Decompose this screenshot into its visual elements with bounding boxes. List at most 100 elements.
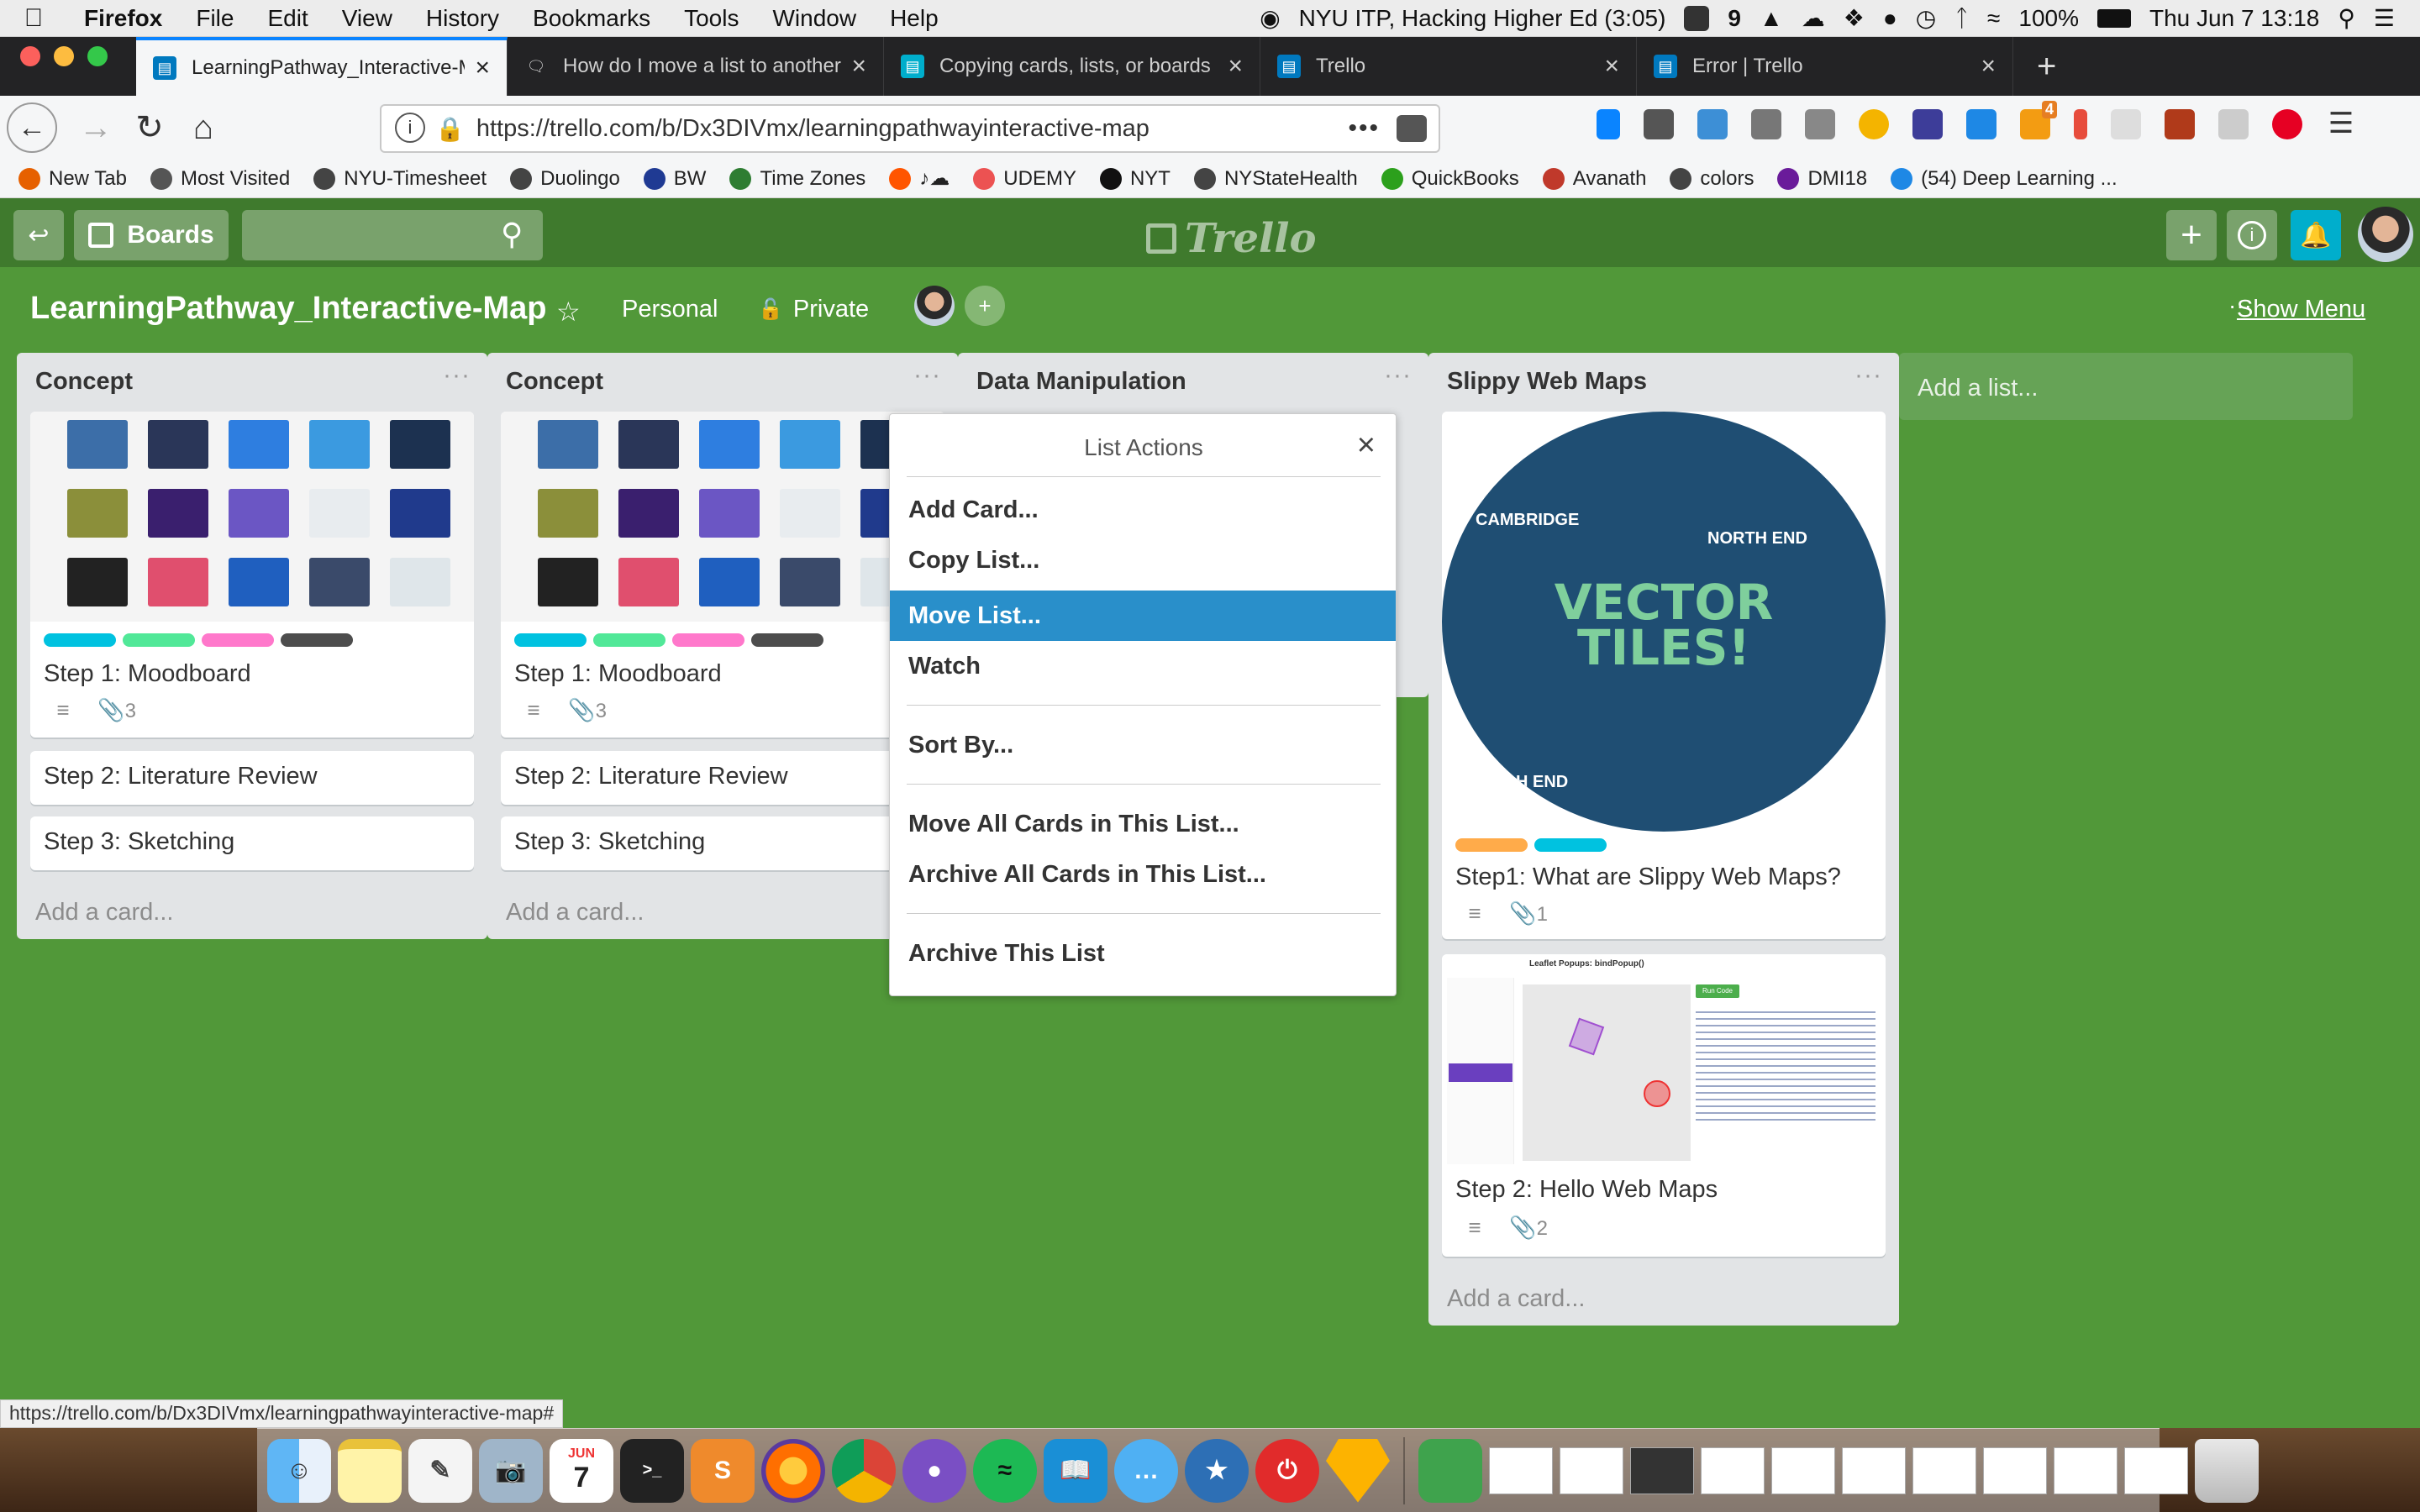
library-icon[interactable] [1644, 109, 1674, 139]
tab-help-move-list[interactable]: 🗨 How do I move a list to another × [508, 37, 884, 96]
notification-center-icon[interactable]: ☰ [2374, 4, 2395, 32]
show-menu-link[interactable]: Show Menu [2237, 296, 2365, 323]
grid-ext-icon[interactable] [2111, 109, 2141, 139]
terminal-icon[interactable]: >_ [620, 1438, 684, 1503]
list-title[interactable]: Slippy Web Maps [1447, 368, 1647, 396]
new-tab-button[interactable]: + [2013, 37, 2080, 96]
add-card-button[interactable]: Add a card... [1447, 1285, 1585, 1313]
pinterest-icon[interactable] [2272, 109, 2302, 139]
menubar-clock[interactable]: Thu Jun 7 13:18 [2149, 5, 2319, 32]
archive-all-cards-action[interactable]: Archive All Cards in This List... [890, 849, 1396, 900]
tab-error-trello[interactable]: ▤ Error | Trello × [1637, 37, 2013, 96]
add-card-button[interactable]: Add a card... [35, 899, 173, 927]
battery-icon[interactable] [2097, 8, 2131, 28]
card-moodboard[interactable]: Step 1: Moodboard ≡ 📎 3 [501, 412, 944, 738]
bookmark-nyt[interactable]: NYT [1099, 167, 1171, 191]
team-button[interactable]: Personal [622, 296, 718, 323]
watch-action[interactable]: Watch [890, 641, 1396, 691]
list-menu-icon[interactable]: ··· [1384, 361, 1412, 390]
close-tab-icon[interactable]: × [1981, 52, 1996, 81]
cyberduck-icon[interactable]: ★ [1185, 1438, 1249, 1503]
bookmark-deep-learning[interactable]: (54) Deep Learning ... [1891, 167, 2118, 191]
add-card-button[interactable]: Add a card... [506, 899, 644, 927]
preview-icon[interactable]: 📷 [479, 1438, 543, 1503]
minimized-window-thumbnail[interactable] [1701, 1446, 1765, 1494]
card-moodboard[interactable]: Step 1: Moodboard ≡ 📎 3 [30, 412, 474, 738]
list-menu-icon[interactable]: ··· [443, 361, 471, 390]
eyedropper-icon[interactable] [1912, 109, 1943, 139]
minimized-window-thumbnail[interactable] [1842, 1446, 1906, 1494]
board-title[interactable]: LearningPathway_Interactive-Map [30, 291, 547, 327]
tab-copying-cards[interactable]: ▤ Copying cards, lists, or boards × [884, 37, 1260, 96]
menu-file[interactable]: File [179, 5, 250, 32]
calendar-icon[interactable]: JUN 7 [550, 1438, 613, 1503]
bookmark-udemy[interactable]: UDEMY [973, 167, 1076, 191]
minimized-window-thumbnail[interactable] [1983, 1446, 2047, 1494]
card-sketching[interactable]: Step 3: Sketching [30, 816, 474, 870]
cloud-upload-icon[interactable]: ☁ [1802, 4, 1825, 32]
create-button[interactable]: + [2166, 210, 2217, 260]
forward-button[interactable]: → [69, 101, 123, 155]
url-text[interactable]: https://trello.com/b/Dx3DIVmx/learningpa… [476, 115, 1150, 143]
tray-badge-count[interactable]: 9 [1728, 5, 1741, 32]
bookmark-nyu-timesheet[interactable]: NYU-Timesheet [313, 167, 487, 191]
bookmark-bw[interactable]: BW [643, 167, 706, 191]
sidebar-icon[interactable] [1751, 109, 1781, 139]
menu-history[interactable]: History [409, 5, 516, 32]
menu-help[interactable]: Help [873, 5, 955, 32]
page-actions-menu-icon[interactable]: ••• [1348, 114, 1380, 143]
list-menu-icon[interactable]: ··· [913, 361, 941, 390]
minimized-window-thumbnail[interactable] [1912, 1446, 1976, 1494]
close-tab-icon[interactable]: × [1228, 52, 1243, 81]
spotify-icon[interactable]: ≈ [973, 1438, 1037, 1503]
tab-trello-board[interactable]: ▤ LearningPathway_Interactive-M × [136, 37, 508, 96]
archive-list-action[interactable]: Archive This List [890, 928, 1396, 979]
site-info-icon[interactable]: i [395, 113, 425, 143]
menu-bookmarks[interactable]: Bookmarks [516, 5, 667, 32]
font-ext-icon[interactable] [2218, 109, 2249, 139]
shield-icon[interactable] [1697, 109, 1728, 139]
minimized-window-thumbnail[interactable] [2124, 1446, 2188, 1494]
list-title[interactable]: Concept [35, 368, 133, 396]
card-what-are-slippy-maps[interactable]: CAMBRIDGE NORTH END H END VECTOR TILES! … [1442, 412, 1886, 939]
list-title[interactable]: Concept [506, 368, 603, 396]
bookmark-quickbooks[interactable]: QuickBooks [1381, 167, 1519, 191]
github-desktop-icon[interactable]: ● [902, 1438, 966, 1503]
notifications-button[interactable]: 🔔 [2291, 210, 2341, 260]
menu-edit[interactable]: Edit [250, 5, 324, 32]
spotlight-search-icon[interactable]: ⚲ [2338, 4, 2355, 32]
battery-percent[interactable]: 100% [2018, 5, 2079, 32]
bookmark-new-tab[interactable]: New Tab [18, 167, 127, 191]
move-all-cards-action[interactable]: Move All Cards in This List... [890, 799, 1396, 849]
firefox-dock-icon[interactable] [761, 1438, 825, 1503]
list-slippy-web-maps[interactable]: Slippy Web Maps ··· CAMBRIDGE NORTH END … [1428, 353, 1899, 1326]
dev-ext-icon[interactable] [1966, 109, 1996, 139]
list-title[interactable]: Data Manipulation [976, 368, 1186, 396]
list-concept-copy[interactable]: Concept ··· Step 1: Moodboard ≡ 📎 3 Step… [487, 353, 958, 939]
sublime-text-icon[interactable]: S [691, 1438, 755, 1503]
sun-ext-icon[interactable] [2165, 109, 2195, 139]
search-input[interactable] [242, 210, 543, 260]
minimized-window-thumbnail[interactable] [1771, 1446, 1835, 1494]
notes-icon[interactable] [338, 1438, 402, 1503]
power-app-icon[interactable]: ⏻ [1255, 1438, 1319, 1503]
now-playing-icon[interactable]: ◉ [1260, 4, 1280, 32]
card-literature-review[interactable]: Step 2: Literature Review [30, 751, 474, 805]
ext-badge-icon[interactable]: 4 [2020, 101, 2057, 139]
kindle-icon[interactable]: 📖 [1044, 1438, 1107, 1503]
trash-icon[interactable] [2195, 1438, 2259, 1503]
move-list-action[interactable]: Move List... [890, 591, 1396, 641]
minimize-window-button[interactable] [54, 46, 74, 66]
tab-trello[interactable]: ▤ Trello × [1260, 37, 1637, 96]
flame-icon[interactable]: ▲ [1760, 5, 1783, 32]
minimized-window-thumbnail[interactable] [2054, 1446, 2118, 1494]
pocket-icon[interactable] [1397, 115, 1427, 142]
user-avatar[interactable] [2358, 207, 2413, 262]
chrome-ext-icon[interactable] [1859, 109, 1889, 139]
reload-button[interactable]: ↻ [123, 101, 176, 155]
boards-button[interactable]: Boards [74, 210, 229, 260]
back-to-home-button[interactable]: ↩ [13, 210, 64, 260]
bookmark-time-zones[interactable]: Time Zones [729, 167, 865, 191]
numbers-icon[interactable] [1418, 1438, 1482, 1503]
finder-icon[interactable]: ☺ [267, 1438, 331, 1503]
